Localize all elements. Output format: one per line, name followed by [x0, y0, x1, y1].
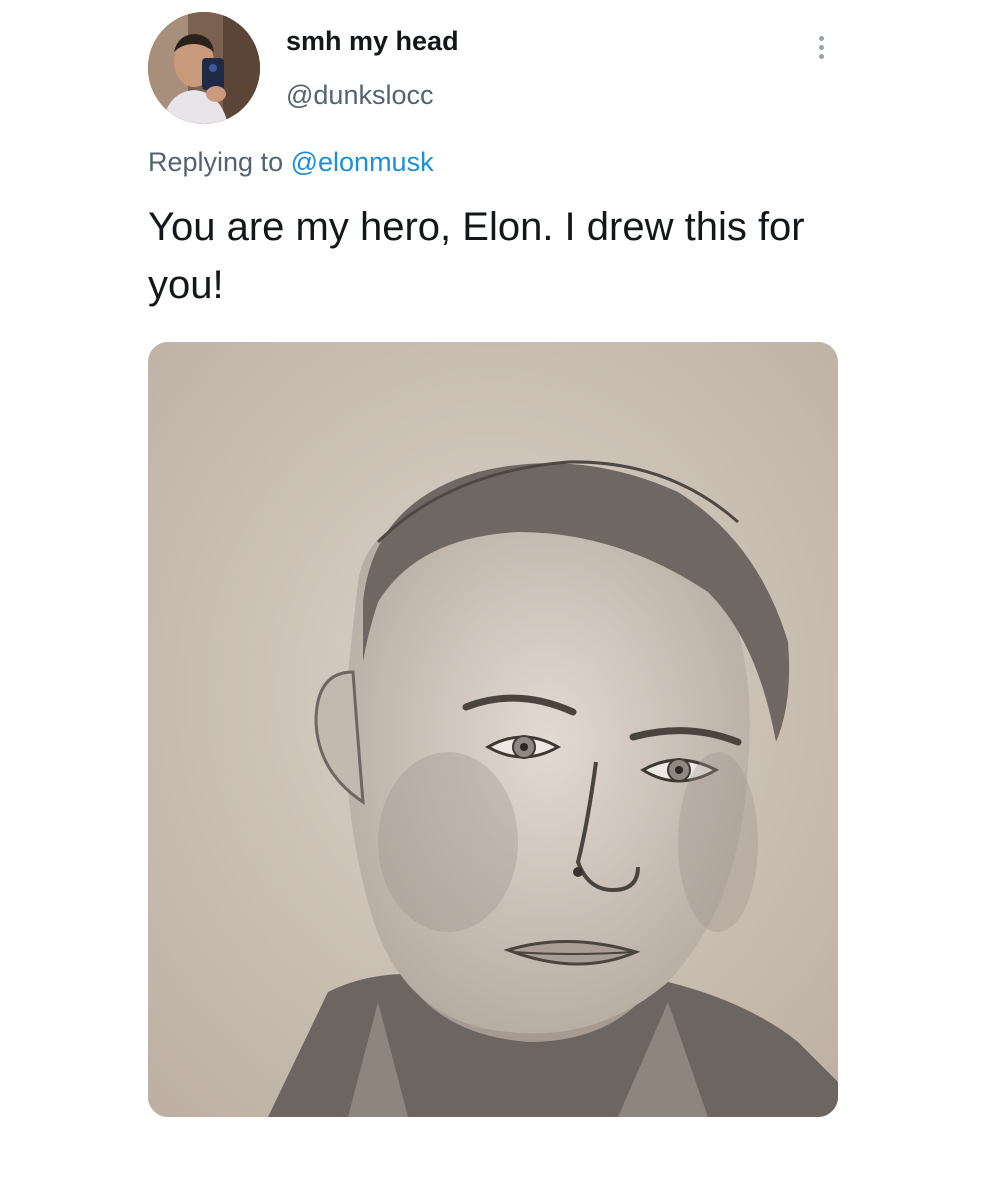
- more-vertical-icon[interactable]: [806, 30, 836, 64]
- replying-to-line: Replying to @elonmusk: [148, 147, 434, 178]
- display-name[interactable]: smh my head: [286, 26, 459, 57]
- avatar[interactable]: [148, 12, 260, 124]
- tweet-media-image[interactable]: [148, 342, 838, 1117]
- replying-to-label: Replying to: [148, 147, 284, 177]
- tweet-text: You are my hero, Elon. I drew this for y…: [148, 205, 805, 307]
- mention-link[interactable]: @elonmusk: [291, 147, 434, 177]
- user-handle[interactable]: @dunkslocc: [286, 80, 433, 111]
